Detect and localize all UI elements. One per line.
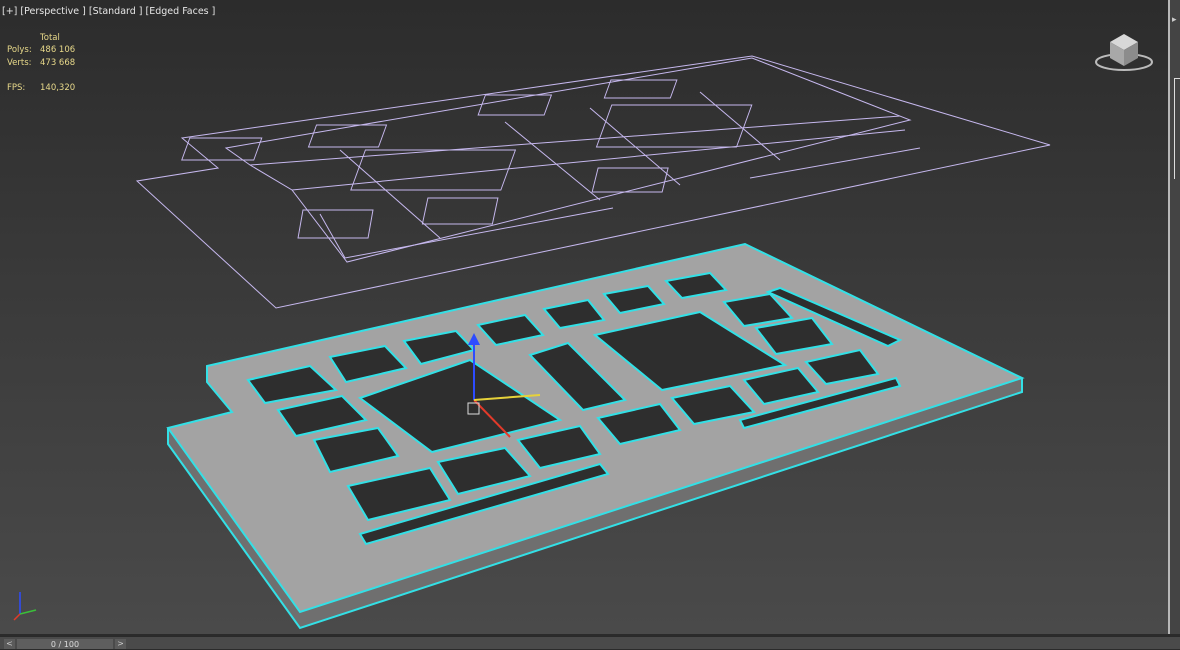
wire-cell-6 — [421, 197, 499, 225]
wire-cell-5 — [297, 209, 374, 239]
wire-cell-7 — [591, 167, 669, 193]
wire-cell-3 — [477, 94, 553, 116]
wireframe-object[interactable] — [135, 55, 1051, 309]
wire-cell-4 — [603, 79, 678, 99]
panel-arrow-icon[interactable]: ▸ — [1172, 10, 1177, 30]
wire-cell-1 — [181, 137, 263, 161]
right-side-panel: ▸ — [1170, 0, 1180, 634]
viewcube-icon[interactable] — [1094, 28, 1154, 74]
wire-inner-outline — [224, 57, 912, 263]
wire-outer-outline — [135, 55, 1051, 309]
wire-cell-9 — [595, 104, 753, 148]
wire-cell-2 — [307, 124, 388, 148]
selected-mesh-object[interactable] — [166, 242, 1025, 630]
world-axis-tripod-icon — [13, 592, 37, 621]
panel-divider — [1174, 78, 1180, 179]
wire-strip-right — [749, 147, 921, 179]
wire-strip-left — [319, 207, 614, 259]
wire-diag-1 — [339, 149, 441, 239]
time-slider-bar[interactable]: < 0 / 100 > — [0, 636, 1180, 649]
perspective-viewport[interactable]: [+] [Perspective ] [Standard ] [Edged Fa… — [0, 0, 1170, 634]
scene-canvas[interactable] — [0, 0, 1168, 634]
